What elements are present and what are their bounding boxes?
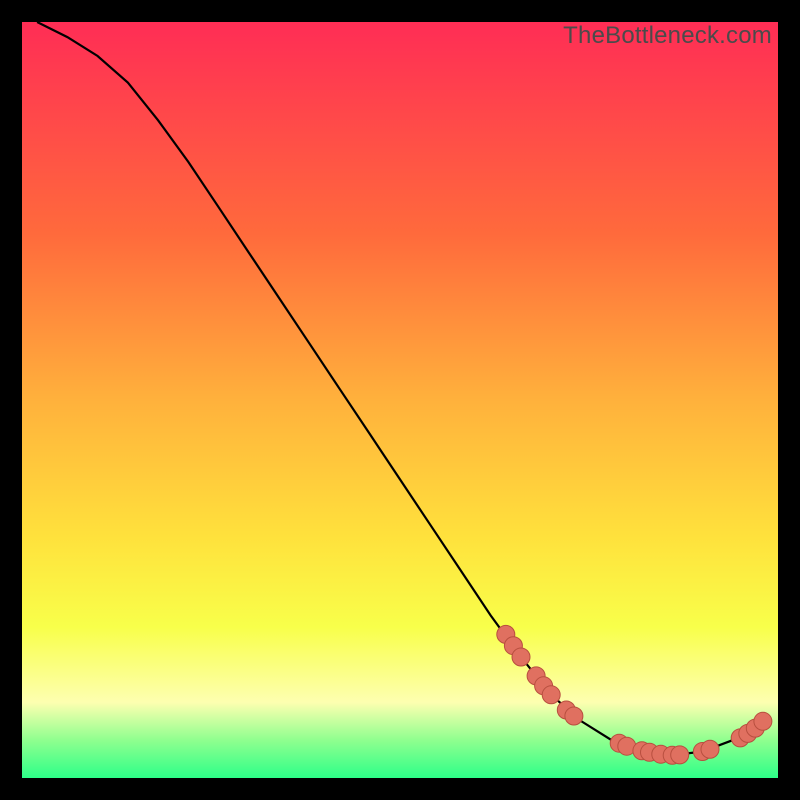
data-marker — [701, 740, 719, 758]
data-marker — [565, 707, 583, 725]
data-marker — [542, 686, 560, 704]
data-marker — [512, 648, 530, 666]
gradient-background — [22, 22, 778, 778]
data-marker — [754, 712, 772, 730]
data-marker — [671, 746, 689, 764]
chart-frame: TheBottleneck.com — [22, 22, 778, 778]
plot-area — [22, 22, 778, 778]
watermark-text: TheBottleneck.com — [563, 22, 772, 50]
chart-canvas — [22, 22, 778, 778]
